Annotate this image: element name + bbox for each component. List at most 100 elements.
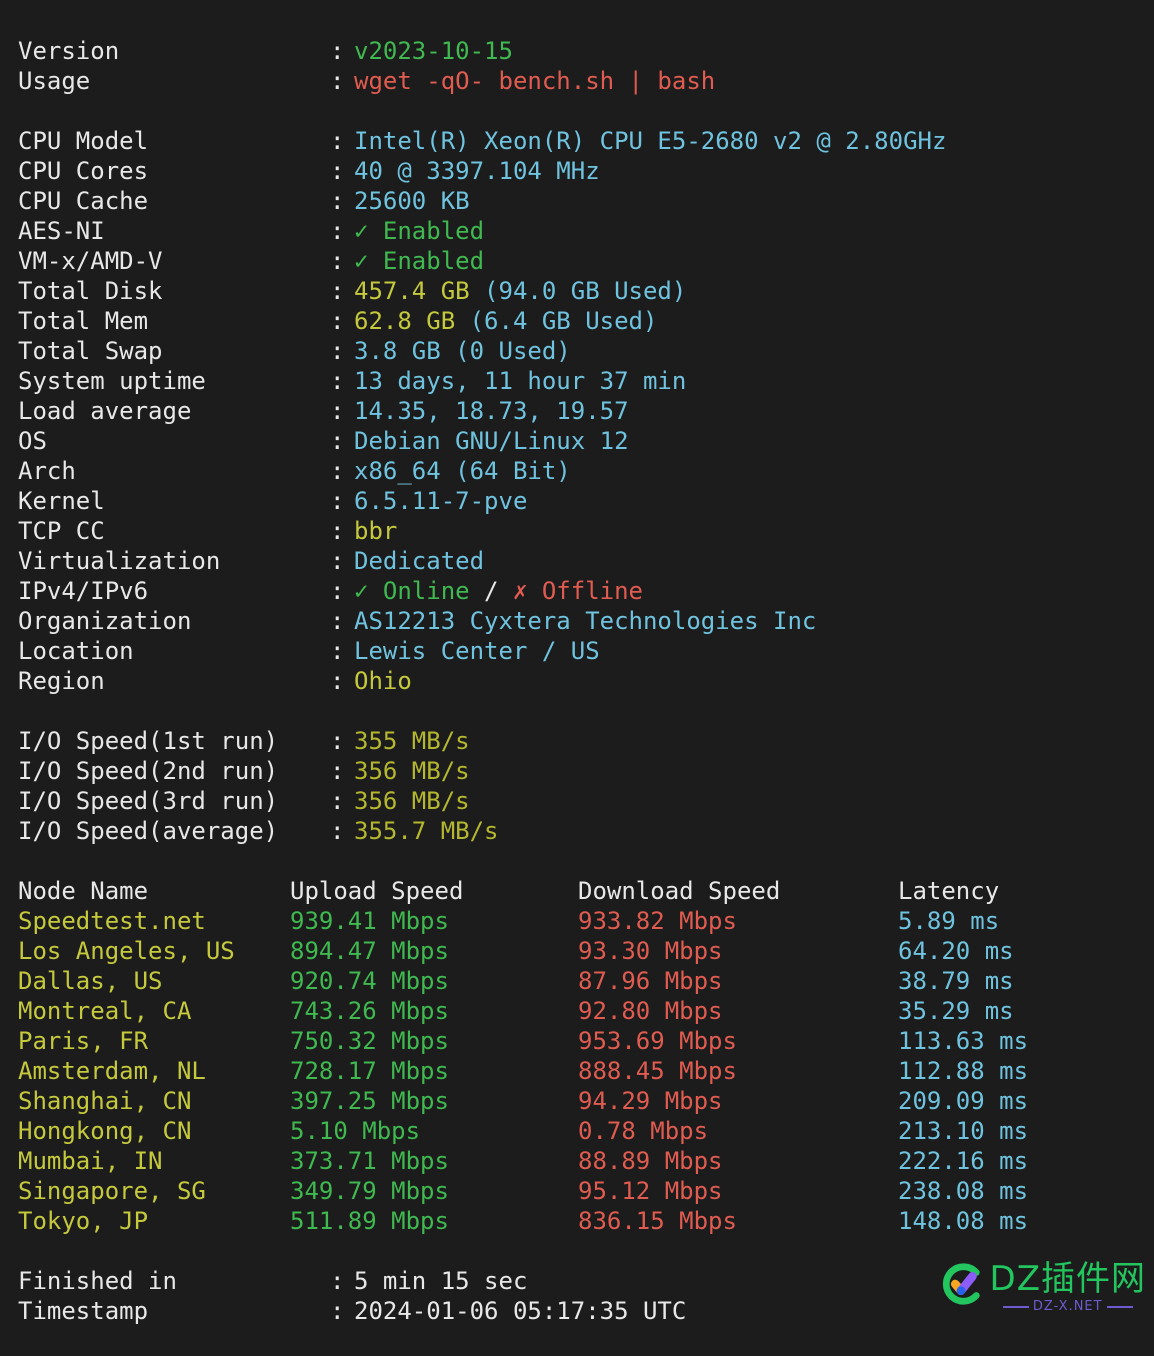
speedtest-node-name: Mumbai, IN: [18, 1147, 163, 1175]
speedtest-latency: 38.79 ms: [898, 967, 1014, 995]
speedtest-row: Speedtest.net 939.41 Mbps 933.82 Mbps 5.89 …: [0, 906, 1154, 936]
separator-2: ----------------------------------------…: [0, 696, 1154, 726]
system-info-label: Kernel: [18, 487, 105, 515]
speedtest-header-row: Node Name Upload Speed Download Speed Laten…: [0, 876, 1154, 906]
separator-3: ----------------------------------------…: [0, 846, 1154, 876]
column-header-download-speed: Download Speed: [578, 877, 781, 905]
speedtest-upload-speed: 349.79 Mbps: [290, 1177, 449, 1205]
speedtest-node-name: Amsterdam, NL: [18, 1057, 206, 1085]
system-info-row: OS: Debian GNU/Linux 12: [0, 426, 1154, 456]
speedtest-download-speed: 94.29 Mbps: [578, 1087, 723, 1115]
system-info-label: AES-NI: [18, 217, 105, 245]
speedtest-download-speed: 93.30 Mbps: [578, 937, 723, 965]
io-speed-row: I/O Speed(average):355.7 MB/s: [0, 816, 1154, 846]
io-speed-label: I/O Speed(1st run): [18, 727, 279, 755]
colon-separator: :: [330, 517, 345, 545]
speedtest-node-name: Paris, FR: [18, 1027, 149, 1055]
separator-4: ----------------------------------------…: [0, 1236, 1154, 1266]
system-info-value-secondary: (94.0 GB Used): [469, 277, 687, 305]
colon-separator: :: [330, 577, 345, 605]
footer-row: Finished in:5 min 15 sec: [0, 1266, 1154, 1296]
speedtest-download-speed: 87.96 Mbps: [578, 967, 723, 995]
speedtest-upload-speed: 939.41 Mbps: [290, 907, 449, 935]
system-info-label: TCP CC: [18, 517, 105, 545]
colon-separator: :: [330, 337, 345, 365]
system-info-row: Total Mem:62.8 GB (6.4 GB Used): [0, 306, 1154, 336]
speedtest-row: Mumbai, IN 373.71 Mbps 88.89 Mbps 222.16 ms: [0, 1146, 1154, 1176]
system-info-row: System uptime:13 days, 11 hour 37 min: [0, 366, 1154, 396]
colon-separator: :: [330, 427, 345, 455]
system-info-label: VM-x/AMD-V: [18, 247, 163, 275]
system-info-value: ✓ Enabled: [354, 217, 485, 245]
column-header-latency: Latency: [898, 877, 1000, 905]
system-info-row: TCP CC: bbr: [0, 516, 1154, 546]
speedtest-node-name: Hongkong, CN: [18, 1117, 192, 1145]
speedtest-upload-speed: 373.71 Mbps: [290, 1147, 449, 1175]
system-info-label: Load average: [18, 397, 192, 425]
system-info-label: Region: [18, 667, 105, 695]
system-info-value: 62.8 GB: [354, 307, 456, 335]
system-info-label: IPv4/IPv6: [18, 577, 149, 605]
io-speed-value: 356 MB/s: [354, 787, 470, 815]
system-info-value: Dedicated: [354, 547, 485, 575]
speedtest-latency: 238.08 ms: [898, 1177, 1029, 1205]
speedtest-node-name: Speedtest.net: [18, 907, 206, 935]
speedtest-upload-speed: 397.25 Mbps: [290, 1087, 449, 1115]
system-info-row: AES-NI: ✓ Enabled: [0, 216, 1154, 246]
colon-separator: :: [330, 277, 345, 305]
speedtest-node-name: Dallas, US: [18, 967, 163, 995]
header-value: wget -qO- bench.sh | bash: [354, 67, 716, 95]
system-info-label: Virtualization: [18, 547, 221, 575]
speedtest-latency: 148.08 ms: [898, 1207, 1029, 1235]
speedtest-row: Amsterdam, NL 728.17 Mbps 888.45 Mbps 112.8…: [0, 1056, 1154, 1086]
io-speed-value: 355.7 MB/s: [354, 817, 499, 845]
io-speed-value: 356 MB/s: [354, 757, 470, 785]
io-speed-row: I/O Speed(1st run):355 MB/s: [0, 726, 1154, 756]
colon-separator: :: [330, 1297, 345, 1325]
system-info-value-secondary: /: [469, 577, 513, 605]
system-info-row: Load average:14.35, 18.73, 19.57: [0, 396, 1154, 426]
system-info-label: CPU Cache: [18, 187, 149, 215]
system-info-row: VM-x/AMD-V: ✓ Enabled: [0, 246, 1154, 276]
header-rows: Version: v2023-10-15 Usage: wget -qO- bench…: [0, 36, 1154, 96]
system-info-row: Virtualization: Dedicated: [0, 546, 1154, 576]
colon-separator: :: [330, 247, 345, 275]
speedtest-upload-speed: 743.26 Mbps: [290, 997, 449, 1025]
system-info-value: Debian GNU/Linux 12: [354, 427, 629, 455]
system-info-value: 457.4 GB: [354, 277, 470, 305]
speedtest-download-speed: 88.89 Mbps: [578, 1147, 723, 1175]
header-value: v2023-10-15: [354, 37, 513, 65]
io-speed-rows: I/O Speed(1st run):355 MB/s I/O Speed(2nd…: [0, 726, 1154, 846]
footer-row: Timestamp:2024-01-06 05:17:35 UTC: [0, 1296, 1154, 1326]
footer-label: Timestamp: [18, 1297, 149, 1325]
system-info-value-secondary: (6.4 GB Used): [455, 307, 658, 335]
system-info-label: Total Swap: [18, 337, 163, 365]
header-row: Usage: wget -qO- bench.sh | bash: [0, 66, 1154, 96]
colon-separator: :: [330, 667, 345, 695]
colon-separator: :: [330, 157, 345, 185]
colon-separator: :: [330, 757, 345, 785]
footer-label: Finished in: [18, 1267, 177, 1295]
system-info-row: Total Swap:3.8 GB (0 Used): [0, 336, 1154, 366]
speedtest-download-speed: 836.15 Mbps: [578, 1207, 737, 1235]
system-info-label: Arch: [18, 457, 76, 485]
speedtest-latency: 113.63 ms: [898, 1027, 1029, 1055]
terminal-window: ------------------------ A Bench.sh Scri…: [0, 0, 1154, 1348]
colon-separator: :: [330, 487, 345, 515]
speedtest-latency: 64.20 ms: [898, 937, 1014, 965]
speedtest-upload-speed: 511.89 Mbps: [290, 1207, 449, 1235]
speedtest-node-name: Los Angeles, US: [18, 937, 235, 965]
speedtest-row: Dallas, US 920.74 Mbps 87.96 Mbps 38.79 ms: [0, 966, 1154, 996]
speedtest-node-name: Shanghai, CN: [18, 1087, 192, 1115]
io-speed-row: I/O Speed(3rd run):356 MB/s: [0, 786, 1154, 816]
system-info-value: 14.35, 18.73, 19.57: [354, 397, 629, 425]
speedtest-row: Hongkong, CN 5.10 Mbps 0.78 Mbps 213.10 ms: [0, 1116, 1154, 1146]
colon-separator: :: [330, 217, 345, 245]
system-info-value: 13 days, 11 hour 37 min: [354, 367, 687, 395]
speedtest-upload-speed: 728.17 Mbps: [290, 1057, 449, 1085]
system-info-row: Kernel:6.5.11-7-pve: [0, 486, 1154, 516]
speedtest-latency: 35.29 ms: [898, 997, 1014, 1025]
system-info-label: CPU Cores: [18, 157, 149, 185]
system-info-row: Arch: x86_64 (64 Bit): [0, 456, 1154, 486]
system-info-value: Intel(R) Xeon(R) CPU E5-2680 v2 @ 2.80GH…: [354, 127, 947, 155]
